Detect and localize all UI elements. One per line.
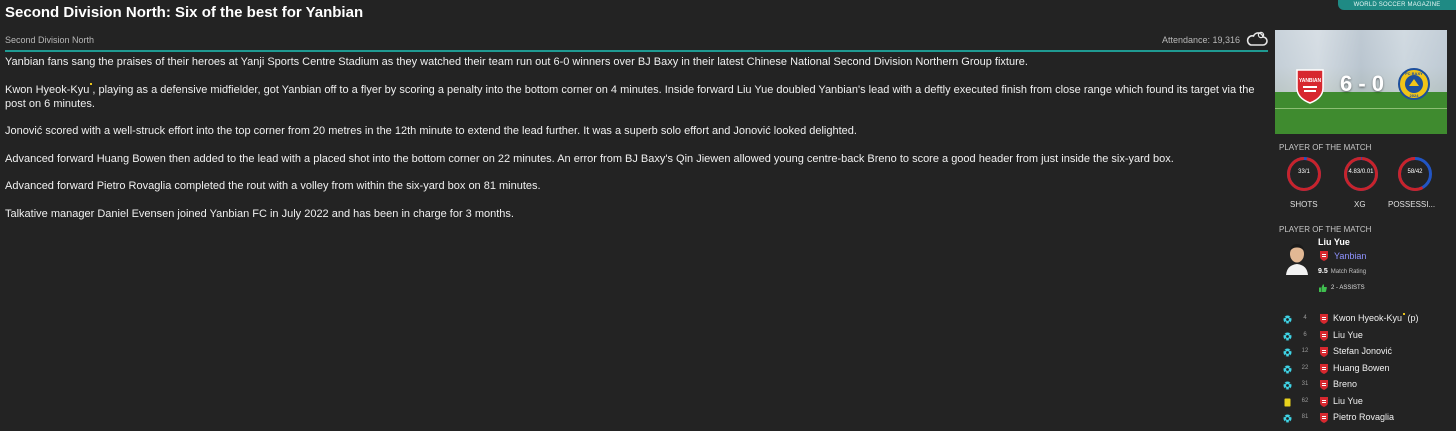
svg-text:2024: 2024	[1410, 93, 1420, 98]
article-body: Yanbian fans sang the praises of their h…	[5, 55, 1263, 234]
player-marker-icon	[1403, 313, 1406, 315]
match-event-row[interactable]: 12 Stefan Jonović	[1280, 346, 1450, 363]
event-minute: 6	[1303, 331, 1307, 338]
event-minute: 12	[1301, 348, 1309, 354]
yanbian-shield-icon	[1320, 363, 1328, 374]
event-player-name: Breno	[1333, 379, 1358, 389]
event-player-name: Huang Bowen	[1333, 362, 1390, 373]
stats-heading: PLAYER OF THE MATCH	[1279, 143, 1372, 152]
article-paragraph: Jonović scored with a well-struck effort…	[5, 125, 857, 137]
match-event-row[interactable]: 6 Liu Yue	[1280, 330, 1450, 347]
final-score: 6 - 0	[1339, 71, 1385, 96]
yanbian-shield-icon	[1320, 380, 1328, 390]
goal-ball-icon	[1283, 348, 1292, 357]
cloudy-weather-icon	[1246, 31, 1268, 46]
article-paragraph: Talkative manager Daniel Evensen joined …	[5, 207, 514, 220]
player-avatar[interactable]	[1282, 239, 1312, 275]
yellow-card-icon	[1284, 398, 1291, 406]
stat-value: 58/42	[1407, 169, 1423, 175]
stat-label: POSSESSI...	[1388, 200, 1436, 209]
potm-player-name[interactable]: Liu Yue	[1318, 237, 1350, 247]
yanbian-shield-icon	[1320, 396, 1328, 407]
event-player-name: Stefan Jonović	[1333, 346, 1393, 356]
match-events-list: 4 Kwon Hyeok-Kyu (p) 6 Liu Yue 12 Stefan Jono…	[1280, 313, 1450, 429]
event-player-name: Liu Yue	[1333, 329, 1363, 340]
potm-club[interactable]: Yanbian	[1320, 251, 1366, 261]
match-event-row[interactable]: 81 Pietro Rovaglia	[1280, 412, 1450, 429]
event-player-name: Kwon Hyeok-Kyu (p)	[1333, 313, 1419, 323]
event-minute: 31	[1301, 381, 1309, 387]
article-paragraph: Yanbian fans sang the praises of their h…	[5, 56, 1028, 68]
yanbian-shield-icon	[1320, 413, 1328, 423]
yanbian-shield-icon	[1320, 314, 1328, 324]
attendance-label: Attendance: 19,316	[1162, 35, 1241, 45]
potm-heading: PLAYER OF THE MATCH	[1279, 225, 1372, 234]
match-event-row[interactable]: 22 Huang Bowen	[1280, 363, 1450, 380]
goal-ball-icon	[1283, 381, 1292, 390]
svg-text:YANBIAN: YANBIAN	[1299, 78, 1322, 84]
stat-value: 33/1	[1298, 169, 1310, 175]
magazine-tag: WORLD SOCCER MAGAZINE	[1338, 0, 1456, 10]
article-title: Second Division North: Six of the best f…	[5, 4, 364, 21]
match-result-banner[interactable]: YANBIAN 6 - 0 FC BAXY 2024	[1275, 30, 1447, 134]
potm-rating: 9.5 Match Rating	[1318, 268, 1367, 275]
yanbian-shield-icon	[1320, 330, 1328, 341]
header-divider	[5, 50, 1268, 52]
article-paragraph: Kwon Hyeok-Kyu, playing as a defensive m…	[5, 82, 1255, 110]
potm-assists: 2 - ASSISTS	[1319, 284, 1365, 292]
goal-ball-icon	[1283, 414, 1292, 423]
article-paragraph: Advanced forward Huang Bowen then added …	[5, 152, 1174, 165]
event-player-name: Pietro Rovaglia	[1333, 412, 1395, 422]
svg-text:FC BAXY: FC BAXY	[1405, 71, 1423, 76]
stat-label: SHOTS	[1290, 200, 1318, 209]
stat-label: XG	[1354, 200, 1366, 209]
player-link[interactable]: Kwon Hyeok-Kyu	[5, 84, 89, 96]
event-player-name: Liu Yue	[1333, 395, 1363, 406]
yanbian-crest-icon: YANBIAN	[1296, 69, 1324, 104]
event-minute: 22	[1301, 364, 1309, 371]
bj-baxy-crest-icon: FC BAXY 2024	[1398, 68, 1430, 100]
goal-ball-icon	[1283, 332, 1292, 340]
yanbian-shield-icon	[1320, 347, 1328, 357]
yanbian-shield-icon	[1320, 251, 1328, 261]
competition-label[interactable]: Second Division North	[5, 35, 94, 45]
match-event-row[interactable]: 4 Kwon Hyeok-Kyu (p)	[1280, 313, 1450, 330]
thumbs-up-icon	[1319, 284, 1327, 292]
event-minute: 62	[1301, 397, 1309, 404]
article-paragraph: Advanced forward Pietro Rovaglia complet…	[5, 180, 541, 192]
event-minute: 81	[1301, 414, 1309, 420]
event-minute: 4	[1303, 315, 1307, 321]
match-event-row[interactable]: 62 Liu Yue	[1280, 396, 1450, 413]
goal-ball-icon	[1283, 315, 1292, 324]
stat-value: 4.83/0.01	[1348, 169, 1374, 175]
match-event-row[interactable]: 31 Breno	[1280, 379, 1450, 396]
goal-ball-icon	[1283, 365, 1292, 373]
